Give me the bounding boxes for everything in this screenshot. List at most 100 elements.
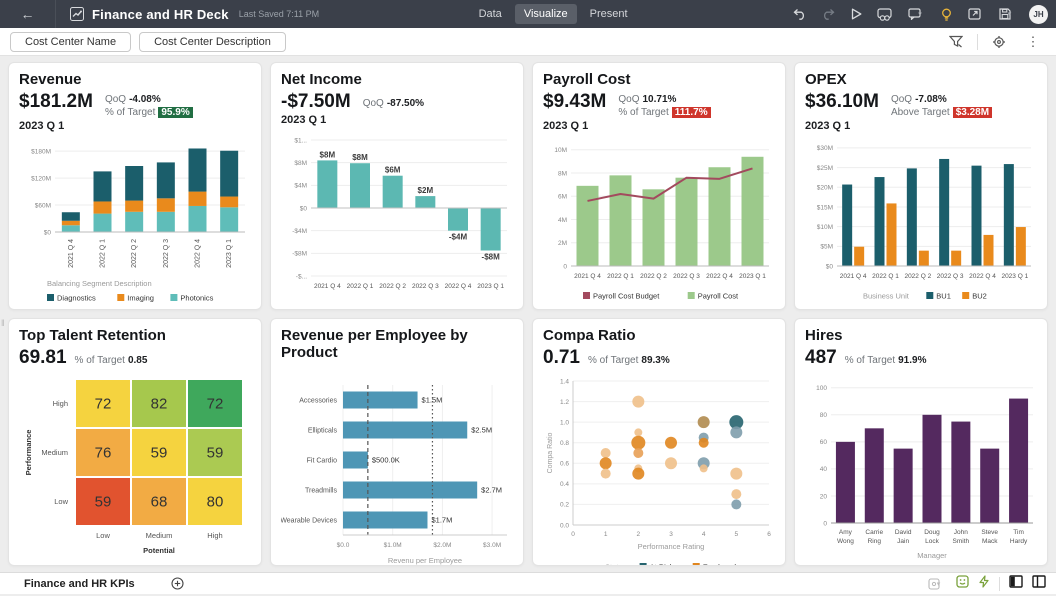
svg-text:Diagnostics: Diagnostics [57,294,96,303]
page-tab-finance-hr-kpis[interactable]: Finance and HR KPIs [10,576,143,592]
kpi-value: $36.10M [805,92,879,113]
svg-text:$0: $0 [826,263,834,270]
kebab-menu-icon[interactable]: ⋮ [1020,30,1046,54]
svg-text:$120M: $120M [31,175,51,182]
svg-text:$0: $0 [44,229,52,236]
card-compa-ratio: Compa Ratio 0.71 % of Target89.3% 0.00.2… [532,318,786,566]
svg-text:Potential: Potential [143,546,175,555]
save-icon[interactable]: ▾ [989,2,1021,26]
card-net-income: Net Income -$7.50M QoQ-87.50% 2023 Q 1 $… [270,62,524,310]
svg-text:4: 4 [702,531,706,538]
svg-text:$1.0M: $1.0M [384,542,402,549]
redo-icon[interactable] [815,2,841,26]
svg-text:59: 59 [95,493,112,510]
svg-text:2022 Q 1: 2022 Q 1 [872,273,899,280]
row-drag-handle[interactable]: ‖ [1,318,6,328]
card-top-talent-retention: Top Talent Retention 69.81 % of Target0.… [8,318,262,566]
app-badge-icon[interactable] [956,575,969,593]
period-label: 2023 Q 1 [19,120,251,132]
user-avatar[interactable]: JH [1029,5,1048,24]
target-badge: 95.9% [158,107,192,118]
svg-text:2023 Q 1: 2023 Q 1 [739,273,766,280]
svg-text:-$8M: -$8M [482,252,501,261]
card-title: Payroll Cost [543,71,775,88]
svg-text:$8M: $8M [320,150,336,159]
svg-text:2023 Q 1: 2023 Q 1 [226,239,233,268]
open-window-icon[interactable] [961,2,987,26]
svg-text:1: 1 [604,531,608,538]
opex-chart[interactable]: $0$5M$10M$15M$20M$25M$30M2021 Q 42022 Q … [805,136,1037,308]
lightbulb-icon[interactable] [933,2,959,26]
filter-chip-cost-center-name[interactable]: Cost Center Name [10,32,131,52]
compa-ratio-scatter[interactable]: 0.00.20.40.60.81.01.21.40123456Performan… [543,375,775,566]
undo-icon[interactable] [787,2,813,26]
tab-data[interactable]: Data [470,4,511,24]
svg-text:2023 Q 1: 2023 Q 1 [477,283,504,290]
card-title: Revenue per Employee by Product [281,327,513,361]
card-revenue-per-employee: Revenue per Employee by Product $0.0$1.0… [270,318,524,566]
svg-text:2023 Q 1: 2023 Q 1 [1001,273,1028,280]
retention-heatmap[interactable]: 728272765959596880HighMediumLowLowMedium… [19,375,251,565]
card-revenue: Revenue $181.2M QoQ-4.08% % of Target95.… [8,62,262,310]
card-title: Net Income [281,71,513,88]
svg-text:68: 68 [151,493,168,510]
svg-text:Carrie: Carrie [865,529,883,536]
element-settings-icon[interactable] [986,30,1012,54]
divider [977,34,978,50]
comments-icon[interactable]: ▾ [899,2,931,26]
play-icon[interactable] [843,2,869,26]
hires-chart[interactable]: 020406080100AmyWongCarrieRingDavidJainDo… [805,375,1037,566]
svg-text:$5M: $5M [820,244,833,251]
svg-text:60: 60 [820,439,828,446]
svg-text:Ring: Ring [868,538,882,545]
revenue-chart[interactable]: $0$60M$120M$180M2021 Q 42022 Q 12022 Q 2… [19,136,251,308]
card-title: Hires [805,327,1037,344]
card-payroll-cost: Payroll Cost $9.43M QoQ10.71% % of Targe… [532,62,786,310]
svg-text:Smith: Smith [953,538,970,545]
svg-text:0.8: 0.8 [560,440,569,447]
page-bar: Finance and HR KPIs ▾ [0,572,1056,594]
kpi-value: -$7.50M [281,92,351,113]
schedule-refresh-icon[interactable] [871,2,897,26]
svg-text:0: 0 [823,520,827,527]
payroll-cost-chart[interactable]: 02M4M6M8M10M2021 Q 42022 Q 12022 Q 22022… [543,136,775,308]
add-page-icon[interactable] [171,577,184,590]
svg-text:2M: 2M [558,240,567,247]
svg-text:$0: $0 [300,205,308,212]
svg-text:Doug: Doug [924,529,940,536]
net-income-chart[interactable]: $1...$8M$4M$0-$4M-$8M-$...$8M$8M$6M$2M-$… [281,130,513,302]
svg-text:2021 Q 4: 2021 Q 4 [68,239,75,268]
svg-text:2021 Q 4: 2021 Q 4 [314,283,341,290]
svg-text:$2.5M: $2.5M [471,426,492,435]
refresh-options-icon[interactable]: ▾ [921,572,947,596]
svg-text:2022 Q 3: 2022 Q 3 [673,273,700,280]
tab-visualize[interactable]: Visualize [515,4,577,24]
card-hires: Hires 487 % of Target91.9% 020406080100A… [794,318,1048,566]
svg-text:80: 80 [207,493,224,510]
svg-text:BU1: BU1 [936,292,951,301]
svg-text:2022 Q 4: 2022 Q 4 [969,273,996,280]
toggle-right-panel-icon[interactable] [1032,575,1046,593]
toggle-left-panel-icon[interactable] [1009,575,1023,593]
filter-icon[interactable] [943,30,969,54]
svg-text:1.2: 1.2 [560,399,569,406]
svg-text:$2.7M: $2.7M [481,486,502,495]
svg-text:Fit Cardio: Fit Cardio [307,458,337,465]
svg-text:0: 0 [571,531,575,538]
revenue-per-employee-chart[interactable]: $0.0$1.0M$2.0M$3.0MAccessories$1.5MEllip… [281,379,513,566]
tab-present[interactable]: Present [581,4,637,24]
svg-text:John: John [954,529,968,536]
back-button[interactable]: ← [0,0,56,28]
svg-text:40: 40 [820,466,828,473]
lightning-icon[interactable] [978,575,990,593]
svg-text:2: 2 [637,531,641,538]
caret-down-icon: ▾ [937,580,941,588]
svg-text:Wearable Devices: Wearable Devices [281,518,337,525]
kpi-value: 69.81 [19,348,67,369]
kpi-value: 487 [805,348,837,369]
svg-text:$4M: $4M [294,183,307,190]
filter-chip-cost-center-description[interactable]: Cost Center Description [139,32,286,52]
kpi-value: $181.2M [19,92,93,113]
top-toolbar: ← Finance and HR Deck Last Saved 7:11 PM… [0,0,1056,28]
svg-text:Revenu per Employee: Revenu per Employee [388,556,462,565]
